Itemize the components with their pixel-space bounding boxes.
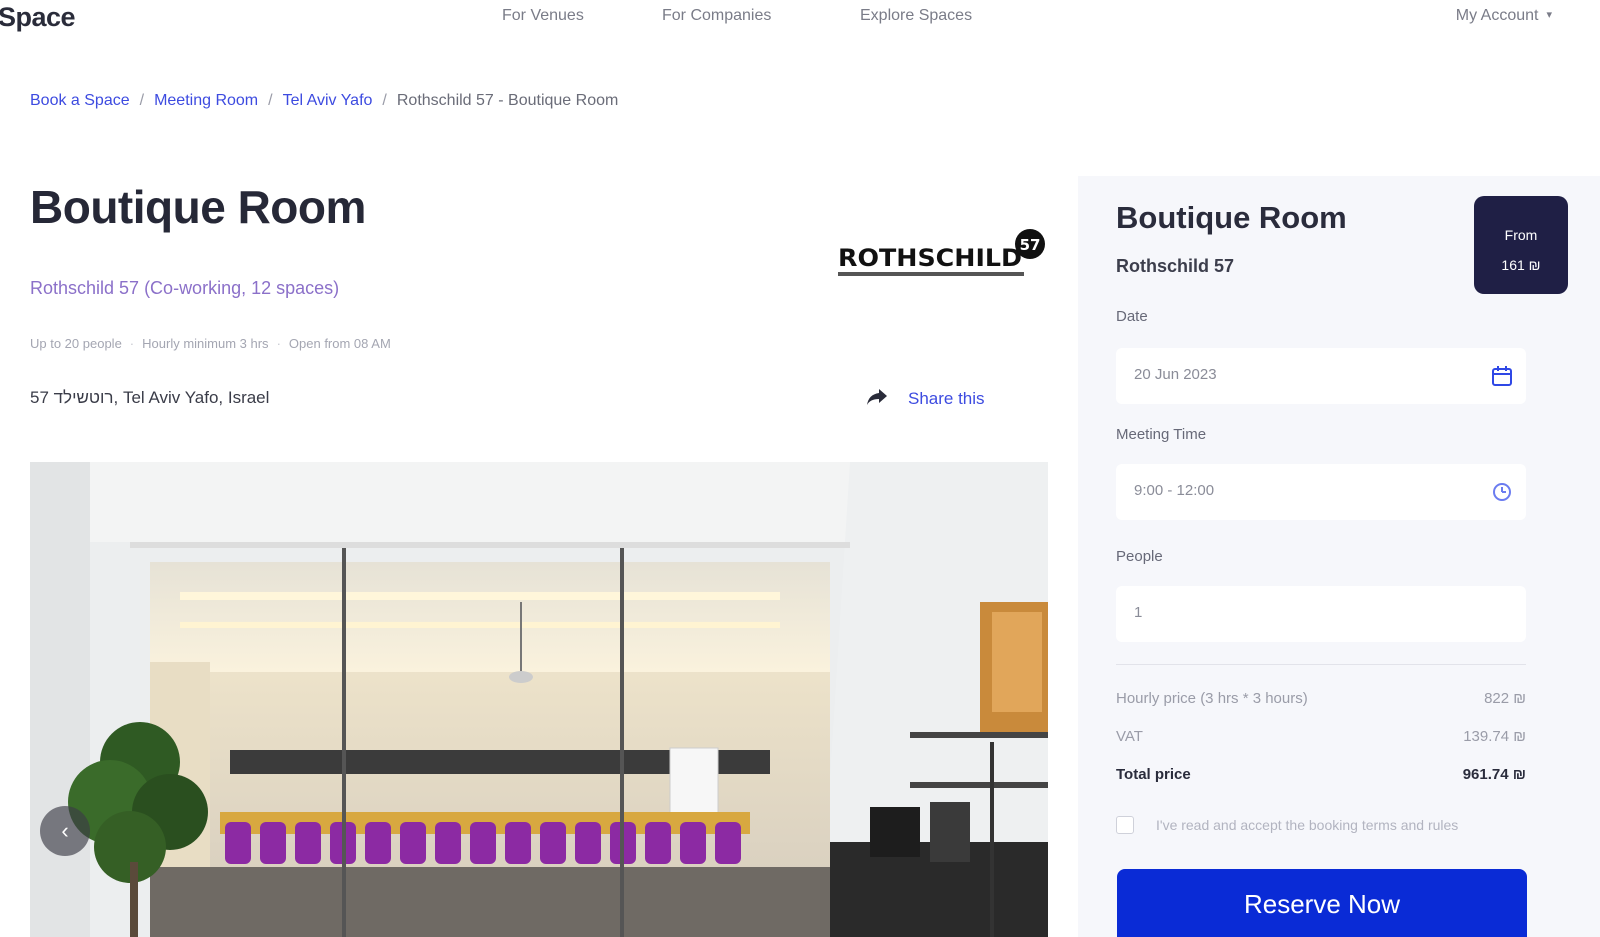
nav-explore-spaces[interactable]: Explore Spaces [860,7,972,25]
room-photo [30,462,1048,937]
people-label: People [1116,548,1163,565]
meeting-time-field[interactable]: 9:00 - 12:00 [1116,464,1526,520]
breadcrumb-separator: / [139,92,145,109]
people-value: 1 [1134,604,1143,621]
venue-link[interactable]: Rothschild 57 (Co-working, 12 spaces) [30,278,339,299]
calendar-icon[interactable] [1488,362,1516,390]
breadcrumb: Book a Space / Meeting Room / Tel Aviv Yafo /… [30,92,618,110]
clock-icon[interactable] [1488,478,1516,506]
breadcrumb-separator: / [268,92,273,109]
booking-title: Boutique Room [1116,200,1347,235]
breadcrumb-book-a-space[interactable]: Book a Space [30,92,130,109]
venue-logo-wordmark: ROTHSCHILD [838,244,1022,272]
share-icon [867,389,887,405]
my-account-label: My Account [1455,7,1539,24]
hourly-price-label: Hourly price (3 hrs * 3 hours) [1116,690,1308,707]
breadcrumb-meeting-room[interactable]: Meeting Room [154,92,258,109]
top-navbar: Space For Venues For Companies Explore S… [0,0,1600,40]
brand-logo[interactable]: Space [0,2,76,33]
terms-row: I've read and accept the booking terms a… [1116,816,1458,834]
total-price-label: Total price [1116,766,1191,783]
breadcrumb-current: Rothschild 57 - Boutique Room [396,92,619,109]
room-photo-illustration [30,462,1048,937]
total-price-value: 961.74 ₪ [1462,766,1526,783]
meeting-time-value: 9:00 - 12:00 [1134,482,1215,499]
nav-for-companies[interactable]: For Companies [662,7,771,25]
meta-hourly-minimum: Hourly minimum 3 hrs [142,336,269,351]
photo-prev-button[interactable]: ‹ [40,806,90,856]
hourly-price-value: 822 ₪ [1484,690,1526,707]
reserve-now-button[interactable]: Reserve Now [1117,869,1527,937]
vat-label: VAT [1116,728,1143,745]
people-field[interactable]: 1 [1116,586,1526,642]
chevron-down-icon: ▾ [1546,9,1552,21]
venue-logo-number: 57 [1020,236,1041,254]
vat-value: 139.74 ₪ [1463,728,1526,745]
booking-divider [1116,664,1526,665]
nav-for-venues[interactable]: For Venues [502,7,584,25]
date-label: Date [1116,308,1148,325]
price-badge: From 161 ₪ [1474,196,1568,294]
breadcrumb-separator: / [382,92,387,109]
venue-address: 57 רוטשילד, Tel Aviv Yafo, Israel [30,388,270,407]
rothschild-logo: ROTHSCHILD 57 [838,229,1045,276]
date-value: 20 Jun 2023 [1134,366,1217,383]
booking-venue: Rothschild 57 [1116,256,1235,276]
terms-checkbox[interactable] [1116,816,1134,834]
breadcrumb-tel-aviv-yafo[interactable]: Tel Aviv Yafo [283,92,373,109]
share-button[interactable]: Share this [866,388,985,409]
share-label: Share this [908,389,985,408]
arrow-left-icon: ‹ [61,818,69,843]
price-badge-from: From [1504,227,1538,243]
meeting-time-label: Meeting Time [1116,426,1207,443]
price-badge-amount: 161 ₪ [1501,257,1541,273]
listing-meta: Up to 20 people · Hourly minimum 3 hrs · Ope… [30,336,391,351]
meta-capacity: Up to 20 people [30,336,122,351]
page-title: Boutique Room [30,181,366,233]
terms-text: I've read and accept the booking terms a… [1156,817,1459,833]
meta-open-hours: Open from 08 AM [288,336,391,351]
my-account-menu[interactable]: My Account ▾ [1456,7,1552,25]
date-field[interactable]: 20 Jun 2023 [1116,348,1526,404]
